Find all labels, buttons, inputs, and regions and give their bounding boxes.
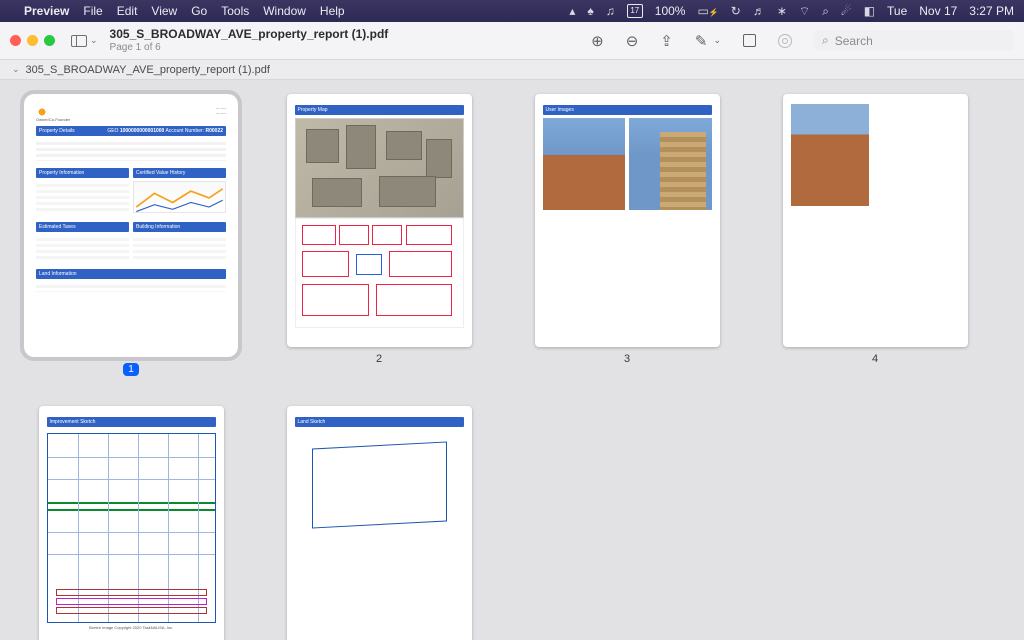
section-land-info: Land Information: [36, 269, 226, 279]
clock-day[interactable]: Tue: [887, 4, 907, 18]
section-property-details: Property Details: [39, 128, 75, 134]
bluetooth-icon[interactable]: ∗: [777, 4, 787, 18]
notification-icon[interactable]: ◧: [864, 4, 875, 18]
breadcrumb: ⌄ 305_S_BROADWAY_AVE_property_report (1)…: [0, 60, 1024, 80]
page-preview-6: Land Sketch ---- ---- ---- -------- ----: [287, 406, 472, 640]
chevron-down-icon: ⌄: [713, 35, 721, 46]
menu-edit[interactable]: Edit: [117, 4, 138, 18]
building-photo-2: [629, 118, 712, 210]
section-property-info: Property Information: [36, 168, 129, 178]
status-icon-1[interactable]: ▴: [569, 4, 575, 18]
page-preview-4: [783, 94, 968, 347]
sidebar-view-toggle[interactable]: ⌄: [71, 35, 98, 47]
page-thumbnail-2[interactable]: Property Map 2: [272, 94, 486, 376]
zoom-out-icon[interactable]: ⊖: [626, 32, 639, 50]
rotate-icon[interactable]: [743, 34, 756, 47]
section-est-taxes: Estimated Taxes: [36, 222, 129, 232]
menu-go[interactable]: Go: [191, 4, 207, 18]
section-cert-value: Certified Value History: [133, 168, 226, 178]
highlight-circle-icon[interactable]: [778, 34, 792, 48]
menu-view[interactable]: View: [151, 4, 177, 18]
thumbnail-grid-area: --- ------- ---- Owner/Co-Founder Proper…: [0, 80, 1024, 640]
timemachine-icon[interactable]: ↻: [731, 4, 741, 18]
audio-icon[interactable]: ♬: [753, 4, 765, 18]
section-land-sketch: Land Sketch: [295, 417, 464, 427]
document-title-block: 305_S_BROADWAY_AVE_property_report (1).p…: [110, 28, 389, 52]
page-thumbnail-1[interactable]: --- ------- ---- Owner/Co-Founder Proper…: [24, 94, 238, 376]
document-title: 305_S_BROADWAY_AVE_property_report (1).p…: [110, 28, 389, 41]
search-placeholder: Search: [835, 34, 873, 48]
chevron-down-icon: ⌄: [90, 35, 98, 46]
improvement-sketch: [47, 433, 216, 623]
window-controls: [10, 35, 55, 46]
breadcrumb-filename[interactable]: 305_S_BROADWAY_AVE_property_report (1).p…: [26, 64, 270, 76]
menubar-right: ▴ ♠ ♫ 17 100% ▭⚡ ↻ ♬ ∗ ⌔ ⌕ ☄ ◧ Tue Nov 1…: [569, 4, 1014, 19]
search-icon: ⌕: [822, 33, 829, 48]
clock-date[interactable]: Nov 17: [919, 4, 957, 18]
section-property-map: Property Map: [295, 105, 464, 115]
close-window-button[interactable]: [10, 35, 21, 46]
page-number-1: 1: [123, 363, 139, 376]
page-thumbnail-6[interactable]: Land Sketch ---- ---- ---- -------- ----…: [272, 406, 486, 640]
page-thumbnail-3[interactable]: User Images 3: [520, 94, 734, 376]
status-icon-octocat[interactable]: ♠: [587, 4, 593, 18]
clock-time[interactable]: 3:27 PM: [969, 4, 1014, 18]
page-preview-1: --- ------- ---- Owner/Co-Founder Proper…: [24, 94, 238, 357]
page-number-2: 2: [376, 353, 382, 365]
value-history-chart: [133, 181, 226, 213]
zoom-in-icon[interactable]: ⊕: [591, 32, 604, 50]
owner-label: Owner/Co-Founder: [36, 118, 226, 123]
menu-file[interactable]: File: [83, 4, 102, 18]
land-sketch: [312, 441, 447, 528]
status-icon-headphones[interactable]: ♫: [606, 4, 615, 18]
document-subtitle: Page 1 of 6: [110, 42, 389, 53]
app-name[interactable]: Preview: [24, 4, 69, 18]
spotlight-icon[interactable]: ⌕: [822, 4, 829, 19]
section-building-info: Building Information: [133, 222, 226, 232]
menu-tools[interactable]: Tools: [221, 4, 249, 18]
page-preview-3: User Images: [535, 94, 720, 347]
wifi-icon[interactable]: ⌔: [799, 4, 810, 19]
parcel-map: [295, 218, 464, 328]
window-toolbar: ⌄ 305_S_BROADWAY_AVE_property_report (1)…: [0, 22, 1024, 60]
share-icon[interactable]: ⇪: [660, 32, 673, 50]
toolbar-actions: ⊕ ⊖ ⇪ ✎ ⌄ ⌕ Search: [591, 30, 1014, 51]
page-preview-5: Improvement Sketch Sketch Image Copyrigh…: [39, 406, 224, 640]
aerial-map: [295, 118, 464, 218]
calendar-icon[interactable]: 17: [627, 4, 643, 18]
menubar-left: Preview File Edit View Go Tools Window H…: [10, 4, 345, 18]
page-thumbnail-4[interactable]: 4: [768, 94, 982, 376]
control-center-icon[interactable]: ☄: [841, 4, 852, 18]
building-photo-3: [791, 104, 869, 206]
minimize-window-button[interactable]: [27, 35, 38, 46]
page-preview-2: Property Map: [287, 94, 472, 347]
markup-menu[interactable]: ✎ ⌄: [695, 32, 721, 50]
fullscreen-window-button[interactable]: [44, 35, 55, 46]
section-improvement-sketch: Improvement Sketch: [47, 417, 216, 427]
section-user-images: User Images: [543, 105, 712, 115]
battery-icon: ▭⚡: [697, 4, 718, 18]
markup-pen-icon: ✎: [695, 32, 708, 50]
sketch-footer: Sketch Image Copyright 2020 TaskNAUSA, I…: [47, 626, 216, 631]
menu-window[interactable]: Window: [263, 4, 306, 18]
search-input[interactable]: ⌕ Search: [814, 30, 1014, 51]
battery-percent[interactable]: 100%: [655, 4, 686, 18]
page-number-3: 3: [624, 353, 630, 365]
menu-help[interactable]: Help: [320, 4, 345, 18]
macos-menubar: Preview File Edit View Go Tools Window H…: [0, 0, 1024, 22]
page-thumbnail-5[interactable]: Improvement Sketch Sketch Image Copyrigh…: [24, 406, 238, 640]
sidebar-icon: [71, 35, 87, 47]
page-number-4: 4: [872, 353, 878, 365]
building-photo-1: [543, 118, 626, 210]
disclosure-triangle-icon[interactable]: ⌄: [12, 64, 20, 75]
